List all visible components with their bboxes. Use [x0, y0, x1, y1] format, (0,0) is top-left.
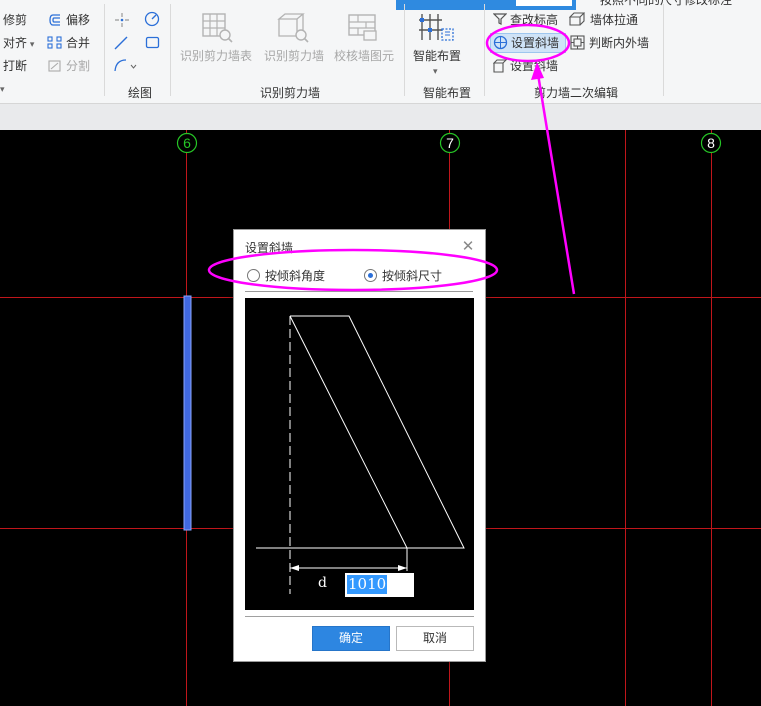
dialog-divider: [245, 291, 473, 292]
recognize-wall-table-label: 识别剪力墙表: [180, 49, 253, 63]
break-button[interactable]: 打断: [3, 58, 27, 74]
elevation-label: 查改标高: [510, 13, 559, 27]
rectangle-icon[interactable]: [145, 36, 161, 50]
wall-extend-button[interactable]: 墙体拉通: [590, 12, 638, 28]
set-slant-wall-dialog: 设置斜墙 ✕ 按倾斜角度 按倾斜尺寸 d 1010 确定 取消: [233, 229, 486, 662]
axis-marker-7: 7: [439, 132, 461, 154]
slant-wall-diagram: [256, 315, 465, 594]
radio-by-size-label: 按倾斜尺寸: [382, 268, 443, 283]
align-button[interactable]: 对齐 ▾: [3, 35, 34, 53]
dimension-value: 1010: [347, 575, 388, 594]
recognize-wall-table-icon: [202, 13, 233, 43]
radio-by-angle-circle: [247, 268, 260, 282]
axis-marker-6: 6: [176, 132, 198, 154]
trim-label: 修剪: [3, 13, 28, 27]
smart-group-title: 智能布置: [423, 86, 472, 100]
ribbon-bottom-strip: [0, 104, 761, 130]
group-divider: [104, 4, 105, 96]
slant-wall-icon: [493, 35, 508, 50]
close-icon[interactable]: ✕: [460, 238, 476, 254]
slant-wall-alt-icon: [493, 59, 507, 73]
group-divider: [404, 4, 405, 96]
dialog-title: 设置斜墙: [245, 241, 294, 255]
elevation-button[interactable]: 查改标高: [510, 12, 558, 28]
active-tab-highlight: [396, 0, 576, 10]
elevation-icon: [493, 13, 507, 25]
radio-by-angle-label: 按倾斜角度: [265, 268, 326, 283]
line-icon[interactable]: [113, 35, 129, 51]
slant-wall-alt-label: 设置斜墙: [510, 59, 559, 73]
check-wall-button[interactable]: 校核墙图元: [334, 48, 394, 64]
window-title-fragment: 按照不同的尺寸修改标注: [600, 0, 733, 7]
smart-layout-dropdown-icon[interactable]: ▾: [433, 64, 438, 80]
wall-extend-icon: [569, 12, 585, 26]
wall-extend-label: 墙体拉通: [590, 13, 639, 27]
inner-outer-wall-button[interactable]: 判断内外墙: [589, 35, 649, 51]
inner-outer-wall-icon: [570, 35, 585, 50]
merge-label: 合并: [66, 36, 91, 50]
smart-layout-button[interactable]: 智能布置: [413, 48, 461, 64]
group-divider: [663, 4, 664, 96]
recognize-wall-icon: [277, 13, 309, 43]
offset-label: 偏移: [66, 13, 91, 27]
trim-button[interactable]: 修剪: [3, 12, 27, 28]
selected-wall[interactable]: [183, 295, 192, 531]
smart-layout-icon: [419, 14, 454, 41]
group-divider: [484, 4, 485, 96]
offset-icon: [49, 14, 60, 26]
group-divider: [170, 4, 171, 96]
recognize-wall-button[interactable]: 识别剪力墙: [264, 48, 324, 64]
draw-group-title: 绘图: [128, 86, 153, 100]
arc-icon[interactable]: [144, 11, 160, 27]
check-wall-label: 校核墙图元: [334, 49, 395, 63]
merge-button[interactable]: 合并: [66, 35, 90, 51]
radio-by-size[interactable]: 按倾斜尺寸: [364, 267, 442, 283]
offset-button[interactable]: 偏移: [66, 12, 90, 28]
split-icon: [48, 60, 61, 72]
polyline-icon[interactable]: [113, 57, 139, 73]
recognize-wall-table-button[interactable]: 识别剪力墙表: [180, 48, 252, 64]
merge-icon: [47, 36, 62, 49]
ribbon-toolbar: 按照不同的尺寸修改标注 修剪 偏移 对齐 ▾ 合并 打断 分割 ▾ 绘图 识别剪…: [0, 0, 761, 104]
slant-wall-label: 设置斜墙: [511, 36, 560, 50]
inner-outer-wall-label: 判断内外墙: [589, 36, 650, 50]
dimension-label: d: [318, 575, 327, 591]
ok-button[interactable]: 确定: [312, 626, 390, 651]
split-label: 分割: [66, 59, 91, 73]
modify-group-expand-icon[interactable]: ▾: [0, 82, 5, 98]
axis-marker-8: 8: [700, 132, 722, 154]
dialog-footer-divider: [245, 616, 474, 617]
slant-wall-alt-button[interactable]: 设置斜墙: [510, 58, 558, 74]
align-dropdown-icon: ▾: [27, 40, 35, 50]
dimension-input[interactable]: 1010: [345, 573, 414, 597]
axis-label-7: 7: [446, 135, 454, 151]
align-label: 对齐: [3, 36, 28, 50]
smart-layout-label: 智能布置: [413, 49, 462, 63]
radio-by-size-circle: [364, 268, 377, 282]
slant-preview-panel: d 1010: [245, 298, 474, 610]
recognize-wall-label: 识别剪力墙: [264, 49, 325, 63]
point-icon[interactable]: [114, 12, 130, 28]
break-label: 打断: [3, 59, 28, 73]
recognize-group-title: 识别剪力墙: [260, 86, 321, 100]
axis-label-6: 6: [183, 135, 191, 151]
cancel-button[interactable]: 取消: [396, 626, 474, 651]
check-wall-icon: [348, 14, 377, 41]
split-button[interactable]: 分割: [66, 58, 90, 74]
axis-label-8: 8: [707, 135, 715, 151]
radio-by-angle[interactable]: 按倾斜角度: [247, 267, 325, 283]
edit-group-title: 剪力墙二次编辑: [534, 86, 619, 100]
